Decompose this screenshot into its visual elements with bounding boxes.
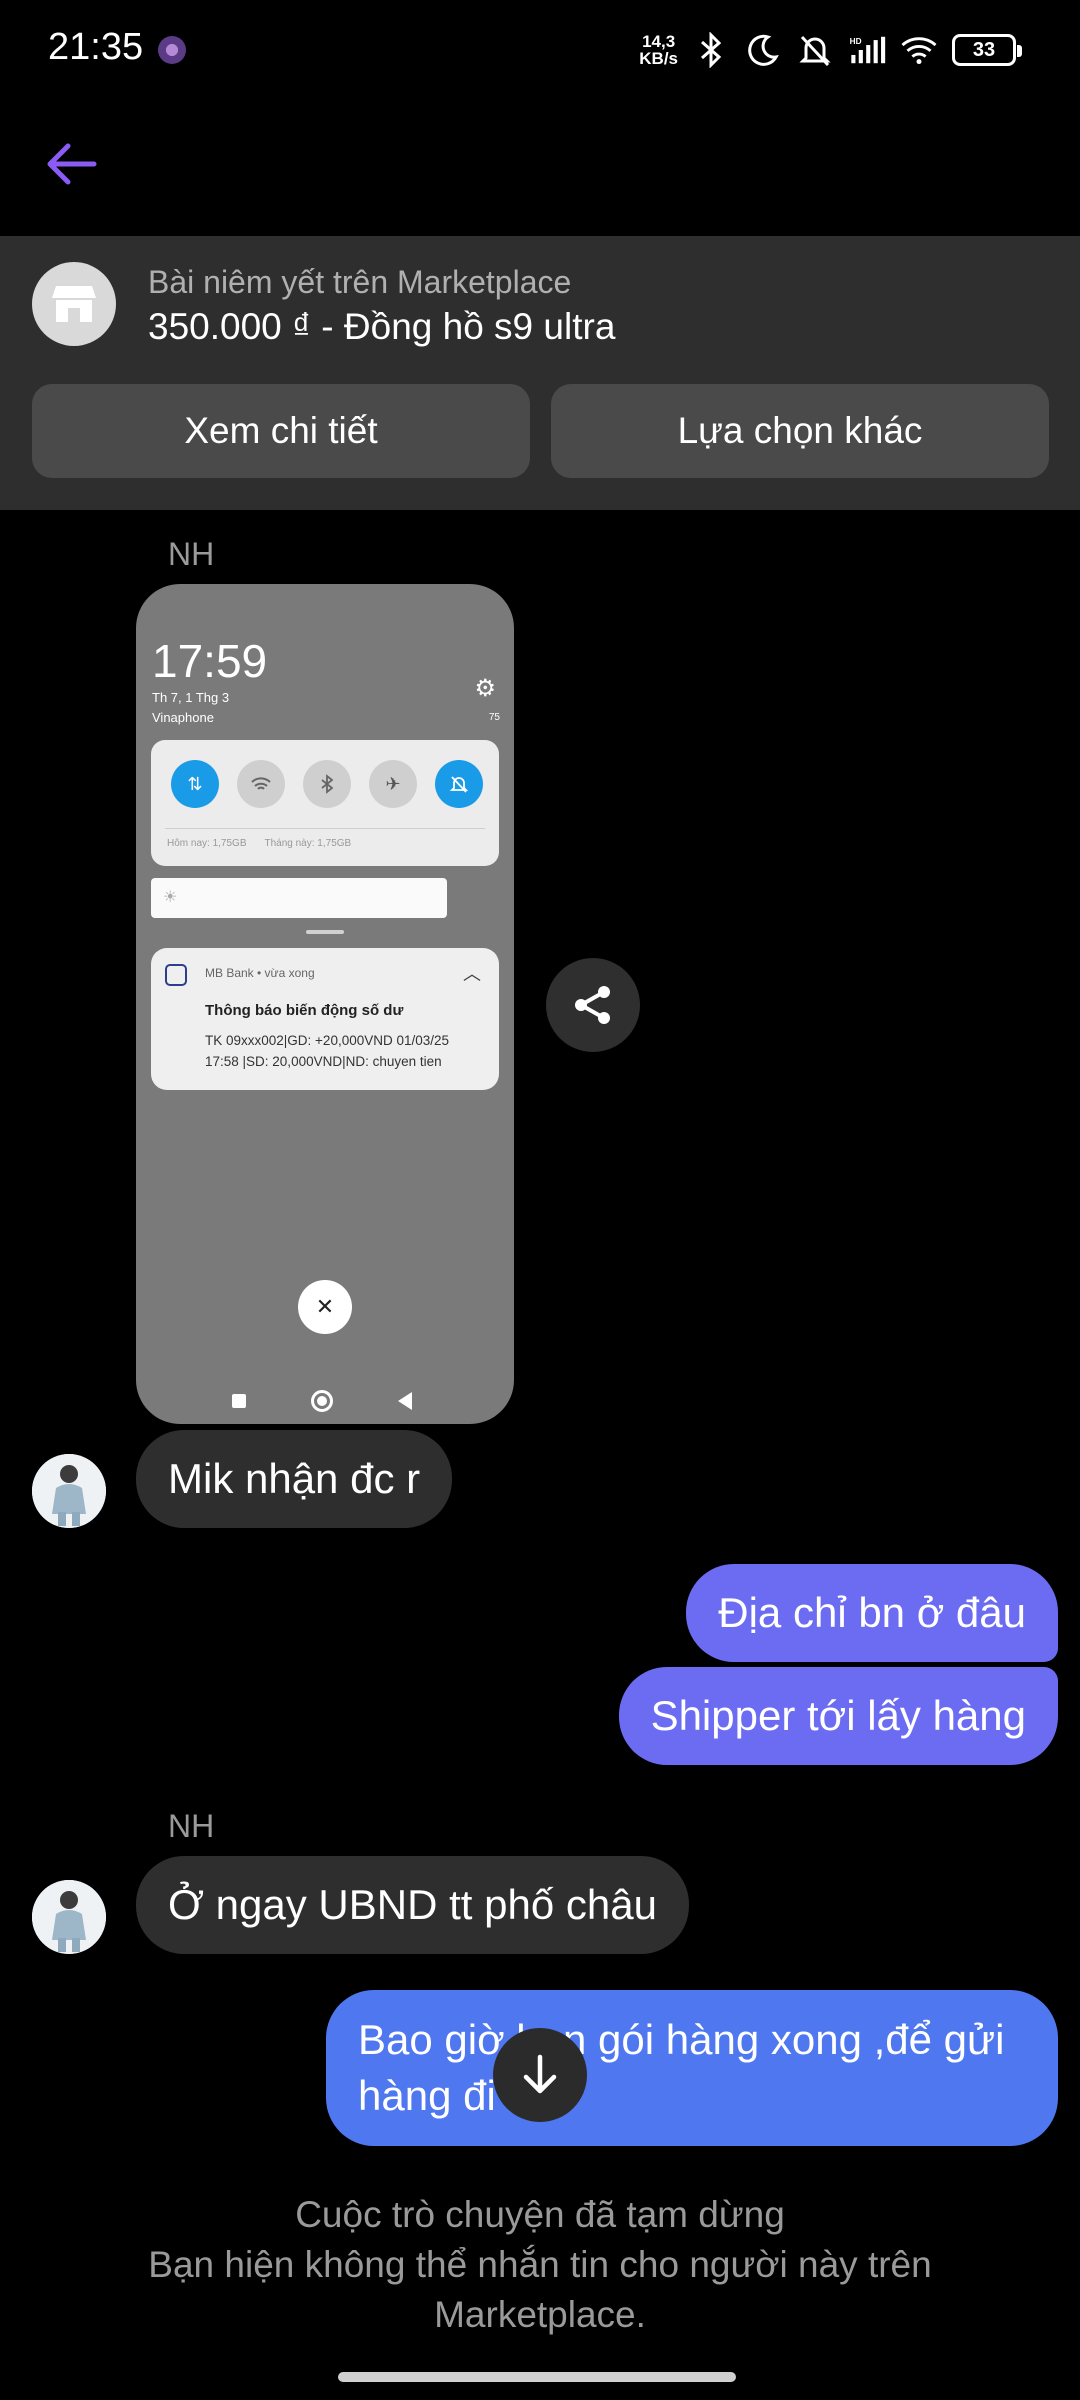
- signal-hd-icon: HD: [848, 31, 886, 69]
- qs-divider: [165, 828, 485, 829]
- network-speed-unit: KB/s: [639, 49, 678, 68]
- paused-title: Cuộc trò chuyện đã tạm dừng: [295, 2194, 785, 2235]
- bank-notification: MB Bank • vừa xong ︿ Thông báo biến động…: [151, 948, 499, 1090]
- wifi-icon: [900, 31, 938, 69]
- message-line-1: Bao giờ bạn gói hàng xong ,để gửi: [358, 2016, 1005, 2063]
- airplane-mode-icon: ✈: [369, 760, 417, 808]
- avatar[interactable]: [32, 1880, 106, 1954]
- sender-initials: NH: [168, 1808, 215, 1844]
- gear-icon: ⚙: [474, 675, 496, 702]
- network-speed: 14,3 KB/s: [639, 33, 678, 67]
- paused-description-line-2: Marketplace.: [434, 2294, 646, 2335]
- conversation-paused-notice: Cuộc trò chuyện đã tạm dừng Bạn hiện khô…: [90, 2190, 990, 2340]
- scroll-to-bottom-button[interactable]: [493, 2028, 587, 2122]
- svg-text:HD: HD: [850, 37, 862, 46]
- status-time: 21:35: [48, 26, 144, 68]
- notification-body: TK 09xxx002|GD: +20,000VND 01/03/25 17:5…: [205, 1030, 489, 1072]
- message-bubble-received[interactable]: Ở ngay UBND tt phố châu: [136, 1856, 689, 1954]
- view-details-button[interactable]: Xem chi tiết: [32, 384, 530, 478]
- marketplace-listing-card: Bài niêm yết trên Marketplace 350.000 ₫ …: [0, 236, 1080, 510]
- close-icon: ✕: [298, 1280, 352, 1334]
- arrow-down-icon: [523, 2054, 557, 2094]
- other-options-button[interactable]: Lựa chọn khác: [551, 384, 1049, 478]
- paused-description-line-1: Bạn hiện không thể nhắn tin cho người nà…: [148, 2244, 932, 2285]
- mobile-data-icon: ⇅: [171, 760, 219, 808]
- muted-bell-toggle-icon: [435, 760, 483, 808]
- share-button[interactable]: [546, 958, 640, 1052]
- data-usage: Hôm nay: 1,75GB Tháng này: 1,75GB: [167, 838, 351, 849]
- notification-app-name: MB Bank • vừa xong: [205, 966, 315, 980]
- home-icon: [311, 1390, 333, 1412]
- image-message-screenshot[interactable]: 17:59 Th 7, 1 Thg 3 Vinaphone ⚙ 75 ⇅ ✈ H…: [136, 584, 514, 1424]
- bank-app-icon: [165, 964, 187, 986]
- storefront-icon: [32, 262, 116, 346]
- screenshot-date: Th 7, 1 Thg 3: [152, 690, 230, 705]
- data-usage-month: Tháng này: 1,75GB: [264, 838, 352, 849]
- battery-level: 33: [972, 38, 996, 61]
- battery-indicator: 33: [952, 34, 1022, 66]
- do-not-disturb-moon-icon: [744, 31, 782, 69]
- notification-line-1: TK 09xxx002|GD: +20,000VND 01/03/25: [205, 1033, 450, 1048]
- screenshot-clock: 17:59: [152, 635, 268, 687]
- arrow-left-icon: [47, 143, 97, 185]
- message-bubble-sent[interactable]: Địa chỉ bn ở đâu: [686, 1564, 1058, 1662]
- muted-bell-icon: [796, 31, 834, 69]
- notification-title: Thông báo biến động số dư: [205, 1002, 404, 1019]
- screenshot-battery-level: 75: [488, 712, 500, 723]
- data-usage-today: Hôm nay: 1,75GB: [167, 838, 247, 849]
- message-bubble-sent[interactable]: Shipper tới lấy hàng: [618, 1667, 1058, 1765]
- notification-line-2: 17:58 |SD: 20,000VND|ND: chuyen tien: [205, 1054, 442, 1069]
- screenshot-carrier: Vinaphone: [152, 710, 214, 725]
- recents-icon: [232, 1394, 246, 1408]
- brightness-slider: ☀: [151, 878, 447, 918]
- home-indicator[interactable]: [338, 2372, 736, 2382]
- wifi-toggle-icon: [237, 760, 285, 808]
- screenshot-battery: 75: [489, 712, 500, 723]
- status-icons: 14,3 KB/s HD 33: [639, 28, 1022, 72]
- message-bubble-received[interactable]: Mik nhận đc r: [136, 1430, 453, 1528]
- quick-settings-panel: ⇅ ✈ Hôm nay: 1,75GB Tháng này: 1,75GB: [151, 740, 499, 866]
- bluetooth-icon: [692, 31, 730, 69]
- screenshot-nav-bar: [232, 1390, 412, 1412]
- message-bubble-sent[interactable]: Bao giờ bạn gói hàng xong ,để gửi hàng đ…: [326, 1990, 1058, 2146]
- network-speed-value: 14,3: [642, 32, 676, 51]
- back-triangle-icon: [398, 1392, 412, 1410]
- status-bar: 21:35 14,3 KB/s HD 33: [0, 0, 1080, 100]
- sender-initials: NH: [168, 536, 215, 572]
- chevron-up-icon: ︿: [463, 964, 481, 984]
- listing-subtitle: Bài niêm yết trên Marketplace: [148, 264, 572, 300]
- app-notification-icon: [158, 36, 186, 64]
- panel-handle: [306, 930, 344, 934]
- bluetooth-toggle-icon: [303, 760, 351, 808]
- share-icon: [575, 986, 610, 1024]
- message-line-2: hàng đi: [358, 2072, 496, 2119]
- listing-title[interactable]: 350.000 ₫ - Đồng hồ s9 ultra: [148, 306, 615, 348]
- back-button[interactable]: [36, 128, 108, 200]
- avatar[interactable]: [32, 1454, 106, 1528]
